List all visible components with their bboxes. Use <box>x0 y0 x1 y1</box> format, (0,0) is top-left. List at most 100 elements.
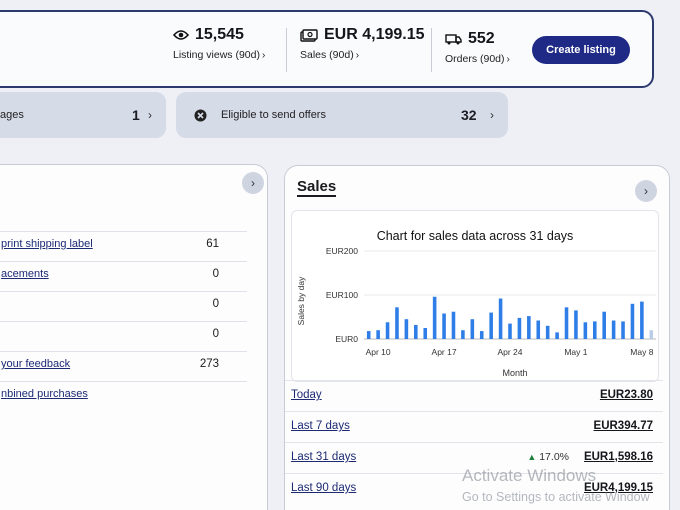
chevron-right-icon: › <box>261 50 266 61</box>
sales-period-link[interactable]: Last 7 days <box>291 420 350 432</box>
task-row[interactable]: nbined purchases <box>0 381 247 411</box>
sales-row[interactable]: Today EUR23.80 <box>285 380 663 411</box>
chevron-right-icon[interactable]: › <box>635 180 657 202</box>
offers-pill[interactable]: Eligible to send offers 32 › <box>176 92 508 138</box>
x-tick-label: Apr 24 <box>497 347 522 357</box>
sales-row[interactable]: Last 7 days EUR394.77 <box>285 411 663 442</box>
bar[interactable] <box>602 311 606 339</box>
listing-views-stat[interactable]: 15,545 Listing views (90d) › <box>173 26 265 61</box>
offers-pill-count: 32 <box>461 107 477 123</box>
sales-chart: Chart for sales data across 31 days Sale… <box>291 210 659 382</box>
offers-pill-label: Eligible to send offers <box>221 109 326 121</box>
bar[interactable] <box>630 303 635 339</box>
sales-amount[interactable]: EUR1,598.16 <box>584 451 653 463</box>
bar[interactable] <box>414 324 418 339</box>
bar[interactable] <box>574 310 578 339</box>
task-label[interactable]: acements <box>1 268 49 280</box>
bar[interactable] <box>611 320 616 339</box>
bar[interactable] <box>423 328 428 339</box>
stats-card: 15,545 Listing views (90d) › EUR 4,199.15… <box>0 10 654 88</box>
bar[interactable] <box>555 332 559 339</box>
truck-icon <box>445 34 462 45</box>
task-label[interactable]: print shipping label <box>1 238 93 250</box>
chevron-right-icon: › <box>148 108 152 122</box>
x-axis-title: Month <box>502 368 527 378</box>
bar[interactable] <box>395 307 399 339</box>
bar[interactable] <box>564 307 569 339</box>
bar[interactable] <box>536 320 541 339</box>
task-count: 61 <box>206 238 219 250</box>
y-tick-label: EUR0 <box>335 334 358 344</box>
sales-change-value: 17.0% <box>539 451 569 463</box>
bar[interactable] <box>498 298 503 339</box>
sales-title[interactable]: Sales <box>297 178 337 197</box>
bar[interactable] <box>640 301 644 339</box>
sales-panel: Sales › Chart for sales data across 31 d… <box>284 165 670 510</box>
bar[interactable] <box>366 331 371 339</box>
y-tick-label: EUR200 <box>326 246 358 256</box>
task-count: 273 <box>199 358 219 370</box>
sales-amount[interactable]: EUR23.80 <box>600 389 653 401</box>
bar[interactable] <box>479 331 484 339</box>
task-count: 0 <box>212 328 219 340</box>
bar[interactable] <box>583 322 588 339</box>
sales-value: EUR 4,199.15 <box>324 26 425 43</box>
sales-stat[interactable]: EUR 4,199.15 Sales (90d) › <box>300 26 425 61</box>
sales-amount[interactable]: EUR394.77 <box>594 420 653 432</box>
offer-tag-icon <box>194 109 207 122</box>
orders-label: Orders (90d) <box>445 53 505 65</box>
sales-period-link[interactable]: Last 90 days <box>291 482 356 494</box>
bar[interactable] <box>517 317 522 339</box>
create-listing-button[interactable]: Create listing <box>532 36 630 64</box>
bar[interactable] <box>376 330 380 339</box>
tasks-panel: › print shipping label 61 acements 0 0 0… <box>0 164 268 510</box>
bar[interactable] <box>508 323 512 339</box>
bar[interactable] <box>489 312 493 339</box>
bar[interactable] <box>592 321 597 339</box>
task-row[interactable]: print shipping label 61 <box>0 231 247 261</box>
chevron-right-icon: › <box>355 50 360 61</box>
task-row[interactable]: your feedback 273 <box>0 351 247 381</box>
divider <box>431 28 432 72</box>
bar[interactable] <box>470 319 475 339</box>
y-tick-label: EUR100 <box>326 290 358 300</box>
orders-stat[interactable]: 552 Orders (90d) › <box>445 30 510 65</box>
task-row[interactable]: 0 <box>0 321 247 351</box>
task-label[interactable]: your feedback <box>1 358 70 370</box>
bar[interactable] <box>545 325 550 339</box>
task-count: 0 <box>212 298 219 310</box>
chevron-right-icon: › <box>506 54 510 65</box>
bar[interactable] <box>527 316 531 339</box>
trend-up-icon: ▲ <box>527 452 537 462</box>
bar[interactable] <box>404 319 409 339</box>
tasks-pill[interactable]: ages 1 › <box>0 92 166 138</box>
task-label[interactable]: nbined purchases <box>1 388 88 400</box>
money-icon <box>300 28 318 42</box>
x-tick-label: Apr 10 <box>366 347 391 357</box>
bar[interactable] <box>649 330 654 339</box>
bar[interactable] <box>461 330 465 339</box>
eye-icon <box>173 30 189 40</box>
x-tick-label: Apr 17 <box>432 347 457 357</box>
listing-views-value: 15,545 <box>195 26 244 43</box>
divider <box>286 28 287 72</box>
x-tick-label: May 8 <box>630 347 653 357</box>
bar[interactable] <box>442 313 446 339</box>
sales-period-link[interactable]: Last 31 days <box>291 451 356 463</box>
sales-period-link[interactable]: Today <box>291 389 322 401</box>
bar-chart: Sales by day Month EUR0 EUR100 EUR200 Apr … <box>296 246 656 378</box>
bar[interactable] <box>385 322 390 339</box>
task-row[interactable]: acements 0 <box>0 261 247 291</box>
bar[interactable] <box>451 311 456 339</box>
sales-label: Sales (90d) <box>300 49 354 61</box>
task-row[interactable]: 0 <box>0 291 247 321</box>
tasks-pill-label: ages <box>0 109 24 121</box>
orders-value: 552 <box>468 30 495 47</box>
chevron-right-icon[interactable]: › <box>242 172 264 194</box>
sales-change: ▲ 17.0% <box>527 451 569 463</box>
bar[interactable] <box>432 296 437 339</box>
activation-watermark-text: Go to Settings to activate Window <box>462 490 650 504</box>
bar[interactable] <box>621 321 625 339</box>
tasks-pill-count: 1 <box>132 107 140 123</box>
chevron-right-icon: › <box>490 108 494 122</box>
